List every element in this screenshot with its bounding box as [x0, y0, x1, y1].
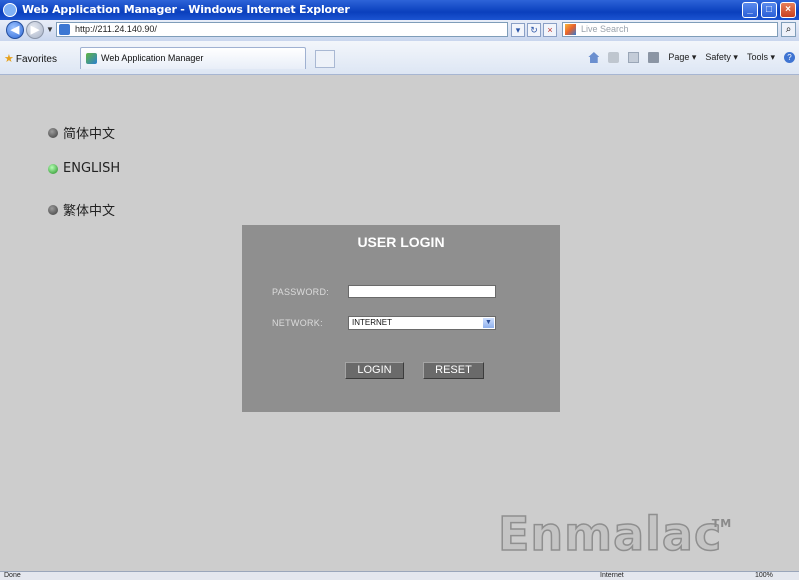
language-label: ENGLISH — [63, 161, 121, 176]
favorites-bar: ★ Favorites Web Application Manager Page … — [0, 41, 799, 75]
language-option-simplified-chinese[interactable]: 简体中文 — [48, 123, 115, 142]
radio-dot-active-icon — [48, 163, 58, 174]
language-option-english[interactable]: ENGLISH — [48, 161, 120, 176]
ie-logo-icon — [3, 3, 17, 17]
brand-logo: Enmalac TM — [497, 506, 731, 562]
browser-tab[interactable]: Web Application Manager — [80, 47, 306, 69]
status-text: Done — [4, 572, 21, 579]
mail-icon[interactable] — [628, 52, 640, 63]
maximize-button[interactable]: □ — [761, 2, 777, 18]
brand-name: Enmalac — [497, 506, 723, 562]
search-icon[interactable]: ⌕ — [781, 22, 796, 37]
live-search-icon — [565, 24, 576, 35]
chevron-down-icon[interactable]: ▼ — [483, 318, 494, 328]
feeds-icon[interactable] — [608, 52, 620, 63]
page-icon — [59, 24, 70, 35]
address-bar[interactable]: http://211.24.140.90/ — [56, 22, 508, 37]
password-input[interactable] — [348, 285, 496, 298]
address-toolbar: ◀ ▶ ▼ http://211.24.140.90/ ▾ ↻ × Live S… — [0, 20, 799, 42]
search-box[interactable]: Live Search — [562, 22, 778, 37]
login-title: USER LOGIN — [357, 234, 445, 250]
new-tab-button[interactable] — [315, 50, 335, 68]
security-zone: Internet — [600, 572, 624, 579]
window-title: Web Application Manager - Windows Intern… — [22, 3, 350, 16]
close-button[interactable]: × — [780, 2, 796, 18]
zoom-level[interactable]: 100% — [755, 572, 773, 579]
command-bar: Page ▾ Safety ▾ Tools ▾ ? — [588, 52, 795, 63]
trademark-mark: TM — [711, 517, 733, 530]
reset-button[interactable]: RESET — [423, 362, 484, 379]
address-url[interactable]: http://211.24.140.90/ — [75, 24, 157, 34]
favorites-button[interactable]: ★ Favorites — [4, 52, 57, 65]
network-label: NETWORK: — [272, 318, 323, 328]
stop-button[interactable]: × — [543, 23, 557, 37]
star-icon: ★ — [4, 53, 14, 65]
help-icon[interactable]: ? — [784, 52, 795, 63]
address-dropdown-button[interactable]: ▾ — [511, 23, 525, 37]
home-icon[interactable] — [588, 52, 600, 63]
language-label: 繁体中文 — [63, 204, 116, 219]
tab-label: Web Application Manager — [101, 53, 204, 63]
forward-button[interactable]: ▶ — [26, 21, 44, 39]
back-button[interactable]: ◀ — [6, 21, 24, 39]
page-menu[interactable]: Page ▾ — [668, 52, 696, 63]
password-label: PASSWORD: — [272, 287, 330, 297]
tab-favicon-icon — [86, 53, 97, 64]
radio-dot-icon — [48, 204, 58, 215]
page-content: 简体中文 ENGLISH 繁体中文 USER LOGIN PASSWORD: N… — [0, 75, 799, 571]
window-title-bar: Web Application Manager - Windows Intern… — [0, 0, 799, 20]
login-button[interactable]: LOGIN — [345, 362, 404, 379]
print-icon[interactable] — [648, 52, 660, 63]
favorites-label: Favorites — [15, 54, 57, 65]
language-option-traditional-chinese[interactable]: 繁体中文 — [48, 200, 115, 219]
radio-dot-icon — [48, 127, 58, 138]
login-panel: USER LOGIN PASSWORD: NETWORK: INTERNET ▼… — [242, 225, 560, 412]
refresh-button[interactable]: ↻ — [527, 23, 541, 37]
search-placeholder[interactable]: Live Search — [581, 24, 629, 34]
network-select[interactable]: INTERNET ▼ — [348, 316, 496, 330]
history-dropdown-icon[interactable]: ▼ — [46, 25, 54, 34]
language-label: 简体中文 — [63, 127, 116, 142]
tools-menu[interactable]: Tools ▾ — [747, 52, 775, 63]
safety-menu[interactable]: Safety ▾ — [705, 52, 738, 63]
network-select-value: INTERNET — [352, 318, 392, 327]
minimize-button[interactable]: _ — [742, 2, 758, 18]
